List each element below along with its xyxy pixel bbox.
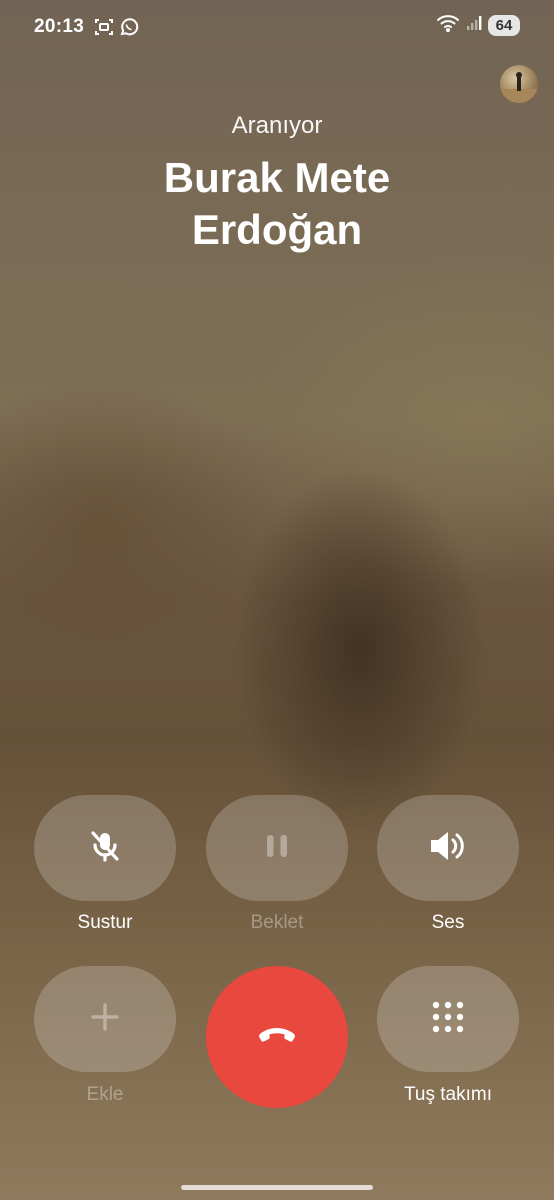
contact-name: Burak Mete Erdoğan [163, 154, 391, 253]
pause-icon [260, 829, 294, 868]
wifi-icon [436, 14, 460, 37]
mute-button[interactable] [34, 795, 176, 901]
speaker-button[interactable] [377, 795, 519, 901]
signal-icon [466, 15, 482, 36]
hold-button[interactable] [206, 795, 348, 901]
speaker-label: Ses [431, 912, 465, 933]
end-call-icon [256, 1025, 298, 1050]
call-status: Aranıyor [231, 112, 323, 139]
plus-icon [88, 1000, 122, 1039]
dialpad-icon [430, 999, 466, 1040]
keypad-label: Tuş takımı [404, 1084, 492, 1105]
status-time: 20:13 [34, 16, 85, 37]
speaker-icon [427, 826, 469, 871]
avatar[interactable] [500, 65, 538, 103]
mute-label: Sustur [77, 912, 133, 933]
screenshot-icon [94, 17, 114, 37]
home-indicator[interactable] [181, 1185, 373, 1190]
status-bar: 20:13 64 [0, 0, 554, 52]
whatsapp-icon [119, 17, 139, 37]
add-call-button[interactable] [34, 966, 176, 1072]
mic-off-icon [85, 826, 125, 871]
battery-icon: 64 [488, 15, 520, 36]
end-call-button[interactable] [206, 966, 348, 1108]
keypad-button[interactable] [377, 966, 519, 1072]
hold-label: Beklet [250, 912, 304, 933]
add-call-label: Ekle [86, 1084, 124, 1105]
